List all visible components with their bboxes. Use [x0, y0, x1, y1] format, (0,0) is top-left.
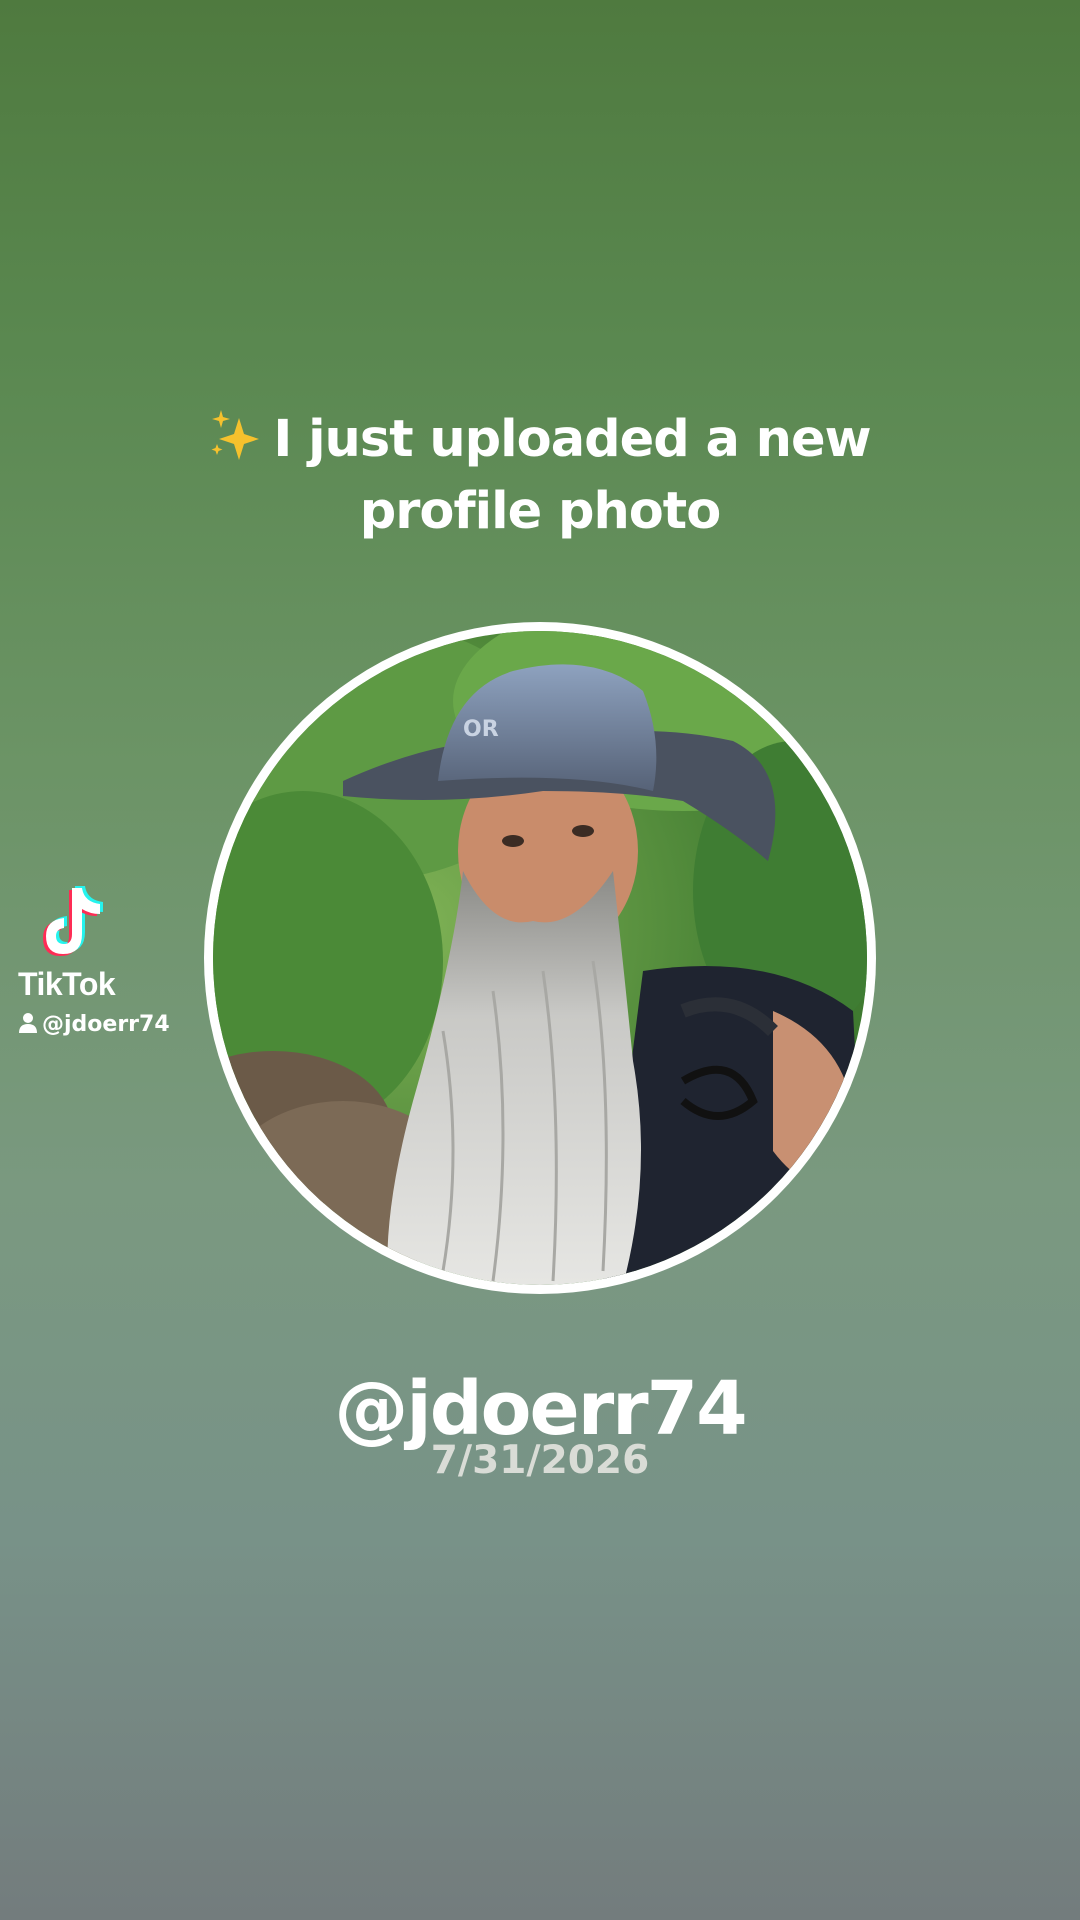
headline: I just uploaded a new profile photo — [140, 404, 940, 548]
profile-photo: OR — [213, 631, 867, 1285]
svg-text:OR: OR — [463, 717, 499, 742]
headline-text: I just uploaded a new profile photo — [273, 410, 871, 541]
tiktok-brand: TikTok — [18, 966, 116, 1002]
sparkles-icon — [211, 410, 260, 460]
upload-date: 7/31/2026 — [430, 1438, 650, 1483]
tiktok-logo-icon — [43, 886, 103, 956]
watermark-username: @jdoerr74 — [18, 1012, 170, 1037]
watermark-username-text: @jdoerr74 — [42, 1012, 170, 1037]
person-icon — [19, 1013, 37, 1033]
